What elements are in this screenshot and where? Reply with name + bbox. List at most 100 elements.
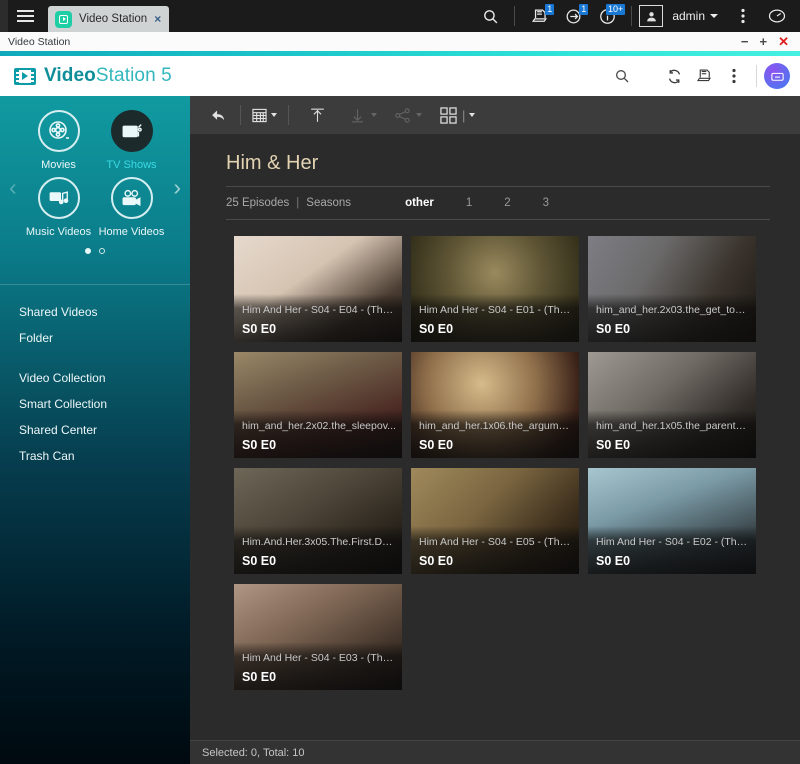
- taskbar-tab-label: Video Station: [79, 13, 148, 25]
- sidebar-category-home-videos[interactable]: Home Videos: [95, 177, 168, 238]
- video-station-icon: [55, 10, 72, 28]
- log-icon[interactable]: [689, 61, 719, 91]
- video-season-episode: S0 E0: [242, 438, 277, 452]
- video-season-episode: S0 E0: [419, 554, 454, 568]
- download-icon: [343, 96, 382, 134]
- video-title: him_and_her.2x03.the_get_toge...: [596, 304, 750, 316]
- user-icon[interactable]: [639, 5, 664, 27]
- more-vertical-icon[interactable]: [726, 0, 760, 32]
- taskbar-tab-video-station[interactable]: Video Station ×: [48, 6, 170, 32]
- sidebar: Movies TV Shows Music Videos Home Videos…: [0, 96, 190, 764]
- video-title: Him And Her - S04 - E01 - (The ...: [419, 304, 573, 316]
- video-card[interactable]: Him And Her - S04 - E05 - (The ... S0 E0: [411, 468, 579, 574]
- info-badge: 10+: [606, 4, 626, 15]
- toolbar-divider-1: [240, 105, 241, 125]
- video-camera-icon: [110, 177, 153, 219]
- window-titlebar: Video Station − + ✕: [0, 32, 800, 51]
- video-card[interactable]: Him And Her - S04 - E03 - (The ... S0 E0: [234, 584, 402, 690]
- grid-view-icon[interactable]: [247, 96, 282, 134]
- brand-rest: Station 5: [95, 65, 172, 86]
- video-card[interactable]: him_and_her.2x03.the_get_toge... S0 E0: [588, 236, 756, 342]
- season-tab-2[interactable]: 2: [488, 197, 526, 209]
- video-season-episode: S0 E0: [242, 322, 277, 336]
- sidebar-menu-gap: [0, 351, 190, 365]
- pager-dot[interactable]: [99, 248, 105, 254]
- header-divider: [756, 65, 757, 87]
- chevron-down-icon: [416, 113, 422, 117]
- refresh-icon[interactable]: [659, 61, 689, 91]
- chevron-down-icon: [371, 113, 377, 117]
- tv-icon: [110, 110, 153, 152]
- share-icon: [388, 96, 427, 134]
- sidebar-category-music-videos[interactable]: Music Videos: [22, 177, 95, 238]
- category-icon[interactable]: |: [435, 96, 480, 134]
- video-season-episode: S0 E0: [242, 554, 277, 568]
- carousel-next-icon[interactable]: ›: [173, 174, 181, 201]
- search-icon[interactable]: [607, 61, 637, 91]
- back-arrow-icon[interactable]: [202, 96, 234, 134]
- video-title: Him And Her - S04 - E04 - (The ...: [242, 304, 396, 316]
- film-strip-icon: [14, 67, 36, 85]
- video-season-episode: S0 E0: [596, 554, 631, 568]
- chevron-down-icon[interactable]: [710, 14, 718, 18]
- video-title: Him And Her - S04 - E03 - (The ...: [242, 652, 396, 664]
- video-card[interactable]: Him And Her - S04 - E01 - (The ... S0 E0: [411, 236, 579, 342]
- video-card[interactable]: Him And Her - S04 - E02 - (The ... S0 E0: [588, 468, 756, 574]
- season-tab-3[interactable]: 3: [527, 197, 565, 209]
- taskbar-divider-2: [631, 6, 633, 26]
- chevron-down-icon[interactable]: [271, 113, 277, 117]
- sidebar-item-trash-can[interactable]: Trash Can: [0, 443, 190, 469]
- sidebar-item-folder[interactable]: Folder: [0, 325, 190, 351]
- content-area: | Him & Her 25 Episodes | Seasons other …: [190, 96, 800, 764]
- video-grid: Him And Her - S04 - E04 - (The ... S0 E0…: [226, 220, 770, 690]
- sidebar-category-label: Music Videos: [25, 226, 92, 238]
- sidebar-category-tv-shows[interactable]: TV Shows: [95, 110, 168, 171]
- video-season-episode: S0 E0: [596, 438, 631, 452]
- video-card[interactable]: Him And Her - S04 - E04 - (The ... S0 E0: [234, 236, 402, 342]
- video-card[interactable]: him_and_her.2x02.the_sleepov... S0 E0: [234, 352, 402, 458]
- user-avatar-icon[interactable]: [764, 63, 790, 89]
- video-card[interactable]: him_and_her.1x05.the_parents.... S0 E0: [588, 352, 756, 458]
- admin-label: admin: [672, 9, 705, 23]
- app-body: Movies TV Shows Music Videos Home Videos…: [0, 96, 800, 764]
- sidebar-category-label: Movies: [41, 159, 76, 171]
- meta-divider: |: [296, 197, 300, 209]
- maximize-button[interactable]: +: [760, 35, 768, 48]
- chevron-down-icon[interactable]: [469, 113, 476, 117]
- carousel-prev-icon[interactable]: ‹: [9, 174, 17, 201]
- search-icon[interactable]: [473, 0, 507, 32]
- category-carousel: Movies TV Shows Music Videos Home Videos…: [0, 96, 190, 278]
- content-toolbar: |: [190, 96, 800, 134]
- sidebar-category-movies[interactable]: Movies: [22, 110, 95, 171]
- sync-icon[interactable]: 1: [556, 0, 590, 32]
- dsm-taskbar: Video Station × 1 1 10+ admin: [0, 0, 800, 32]
- sidebar-item-video-collection[interactable]: Video Collection: [0, 365, 190, 391]
- video-card[interactable]: him_and_her.1x06.the_argume... S0 E0: [411, 352, 579, 458]
- page-title: Him & Her: [226, 152, 319, 174]
- video-season-episode: S0 E0: [419, 322, 454, 336]
- window-close-button[interactable]: ✕: [778, 35, 789, 48]
- window-title: Video Station: [8, 35, 71, 48]
- sidebar-item-shared-center[interactable]: Shared Center: [0, 417, 190, 443]
- sidebar-item-shared-videos[interactable]: Shared Videos: [0, 299, 190, 325]
- log-icon[interactable]: 1: [522, 0, 556, 32]
- resource-monitor-icon[interactable]: [760, 0, 794, 32]
- admin-menu[interactable]: admin: [672, 9, 705, 23]
- status-bar: Selected: 0, Total: 10: [190, 740, 800, 764]
- hamburger-icon[interactable]: [8, 0, 42, 32]
- sidebar-item-smart-collection[interactable]: Smart Collection: [0, 391, 190, 417]
- info-icon[interactable]: 10+: [590, 0, 626, 32]
- episode-count: 25 Episodes: [226, 197, 290, 209]
- pager-dot-active[interactable]: [85, 248, 91, 254]
- taskbar-left-stub: [0, 0, 8, 32]
- season-tab-other[interactable]: other: [389, 197, 450, 209]
- season-tab-1[interactable]: 1: [450, 197, 488, 209]
- close-icon[interactable]: ×: [154, 12, 161, 26]
- minimize-button[interactable]: −: [741, 35, 749, 48]
- category-grid: Movies TV Shows Music Videos Home Videos: [0, 110, 190, 238]
- video-title: him_and_her.2x02.the_sleepov...: [242, 420, 396, 432]
- upload-icon[interactable]: [301, 96, 333, 134]
- more-vertical-icon[interactable]: [719, 61, 749, 91]
- carousel-pager[interactable]: [0, 248, 190, 254]
- video-card[interactable]: Him.And.Her.3x05.The.First.Dat... S0 E0: [234, 468, 402, 574]
